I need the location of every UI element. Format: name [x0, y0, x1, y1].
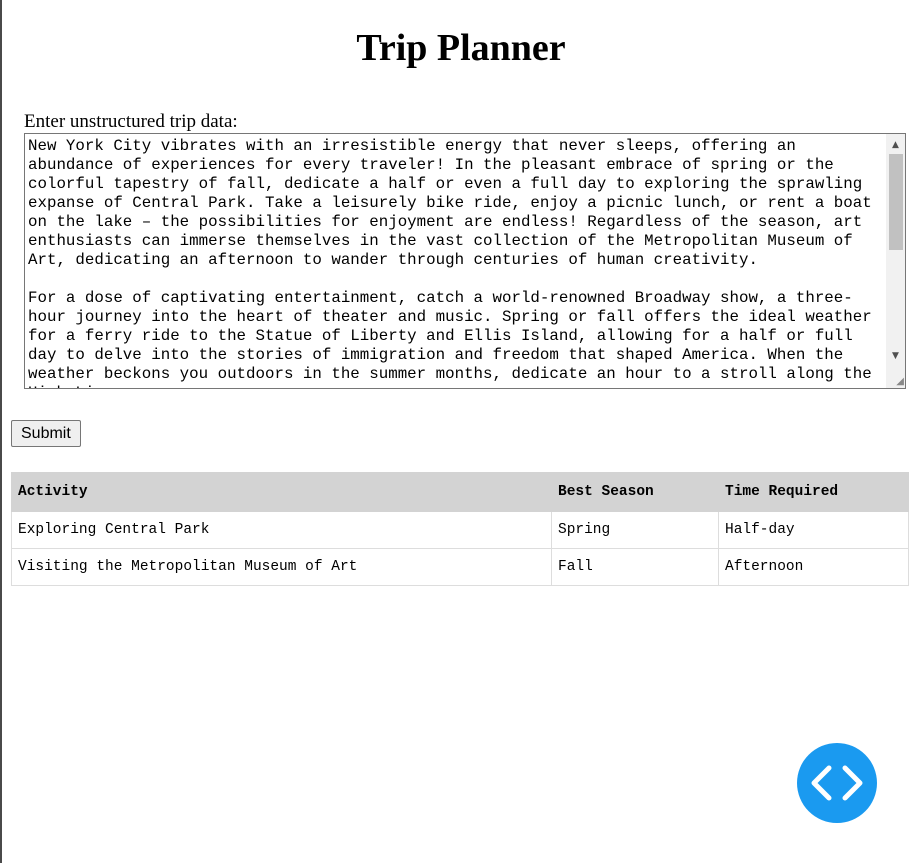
table-row: Visiting the Metropolitan Museum of Art … [11, 548, 909, 586]
trip-data-textarea-container: New York City vibrates with an irresisti… [24, 133, 906, 389]
cell-best-season: Fall [551, 548, 719, 586]
activities-table: Activity Best Season Time Required Explo… [11, 472, 909, 586]
scroll-down-arrow-icon[interactable]: ▼ [886, 348, 905, 365]
code-icon [811, 765, 863, 801]
scroll-up-arrow-icon[interactable]: ▲ [886, 137, 905, 154]
cell-activity: Visiting the Metropolitan Museum of Art [11, 548, 552, 586]
cell-activity: Exploring Central Park [11, 511, 552, 549]
table-row: Exploring Central Park Spring Half-day [11, 511, 909, 549]
table-header-row: Activity Best Season Time Required [11, 472, 909, 512]
column-header-time-required: Time Required [718, 472, 909, 512]
cell-best-season: Spring [551, 511, 719, 549]
scrollbar-thumb[interactable] [889, 154, 903, 250]
column-header-best-season: Best Season [551, 472, 719, 512]
resize-grip-icon[interactable]: ◢ [893, 376, 904, 387]
trip-data-label: Enter unstructured trip data: [24, 111, 238, 132]
page-title: Trip Planner [356, 27, 566, 69]
cell-time-required: Afternoon [718, 548, 909, 586]
window-left-edge [0, 0, 2, 863]
cell-time-required: Half-day [718, 511, 909, 549]
code-toggle-button[interactable] [797, 743, 877, 823]
textarea-scrollbar[interactable]: ▲ ▼ [886, 134, 905, 388]
trip-data-textarea[interactable]: New York City vibrates with an irresisti… [25, 134, 883, 388]
column-header-activity: Activity [11, 472, 552, 512]
submit-button[interactable]: Submit [11, 420, 81, 447]
